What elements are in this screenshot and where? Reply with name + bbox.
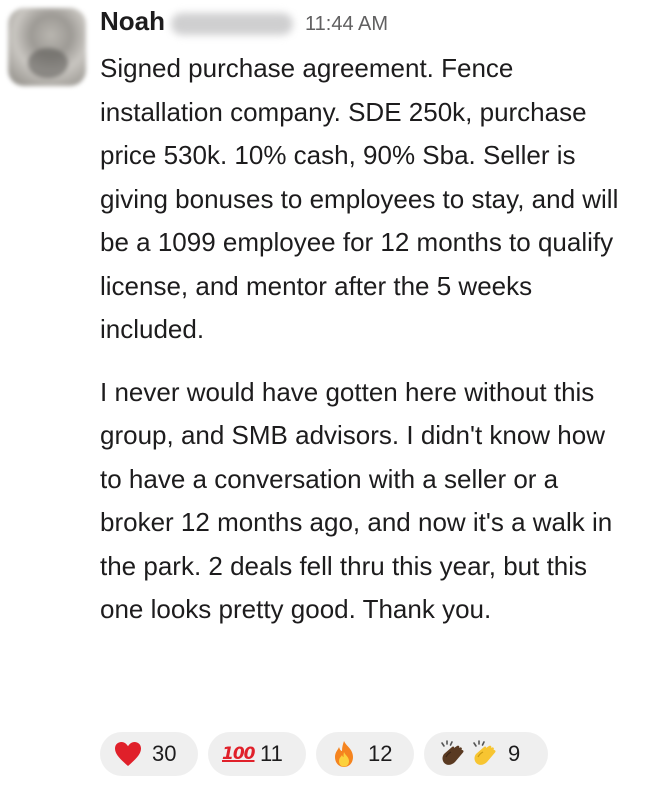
reaction-clapping[interactable]: 9 <box>424 732 548 776</box>
message-paragraph: I never would have gotten here without t… <box>100 376 613 625</box>
reaction-fire[interactable]: 12 <box>316 732 414 776</box>
message-body: Signed purchase agreement. Fence install… <box>100 47 630 632</box>
fire-icon <box>330 740 358 768</box>
reactions-bar: 30 100 11 12 9 <box>100 732 548 776</box>
author-name[interactable]: Noah <box>100 6 165 37</box>
message: Noah 11:44 AM Signed purchase agreement.… <box>0 0 648 786</box>
reaction-count: 9 <box>508 741 521 766</box>
avatar[interactable] <box>8 8 86 86</box>
message-paragraph: Signed purchase agreement. Fence install… <box>100 53 619 344</box>
reaction-count: 12 <box>368 741 393 766</box>
message-header: Noah 11:44 AM <box>100 6 630 42</box>
heart-icon <box>114 740 142 768</box>
message-content: Noah 11:44 AM Signed purchase agreement.… <box>100 6 630 632</box>
hundred-points-icon: 100 <box>222 743 256 764</box>
reaction-count: 30 <box>152 741 177 766</box>
clapping-hands-dark-icon <box>438 740 466 768</box>
reaction-count: 11 <box>260 741 283 766</box>
timestamp[interactable]: 11:44 AM <box>305 13 388 36</box>
clapping-hands-yellow-icon <box>470 740 498 768</box>
reaction-hundred[interactable]: 100 11 <box>208 732 306 776</box>
redacted-surname <box>171 13 293 35</box>
reaction-heart[interactable]: 30 <box>100 732 198 776</box>
clapping-hands-icons <box>438 740 498 768</box>
